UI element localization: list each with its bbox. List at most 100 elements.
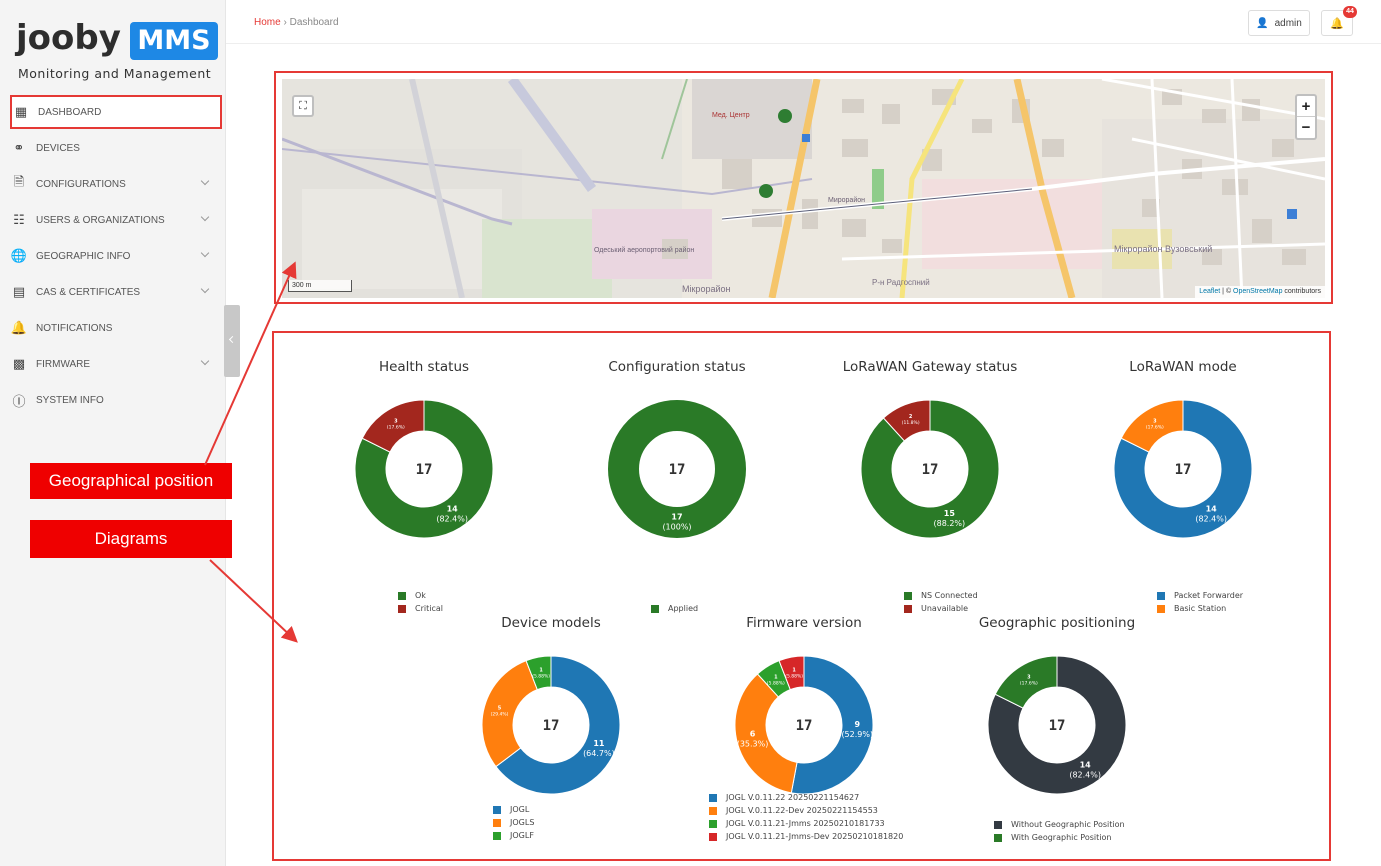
map-label: Мікрорайон Вузовський [1114,244,1213,254]
logo[interactable]: jooby MMS [14,14,220,64]
chart-legend: Without Geographic Position With Geograph… [994,818,1125,844]
legend-item[interactable]: JOGL V.0.11.21-Jmms 20250210181733 [709,817,903,830]
chart-legend: JOGL JOGLS JOGLF [493,803,534,842]
sidebar-item-users-organizations[interactable]: ☷ USERS & ORGANIZATIONS [10,203,222,237]
breadcrumb-home-link[interactable]: Home [254,17,281,28]
user-menu-button[interactable]: 👤 admin [1248,10,1310,36]
org-tree-icon: ☷ [13,212,25,227]
breadcrumb-current: Dashboard [289,17,339,28]
legend-swatch [493,805,501,814]
slice-percent-label: (35.3%) [737,740,769,749]
legend-swatch [493,831,501,840]
legend-item[interactable]: Basic Station [1157,602,1243,615]
sidebar-item-firmware[interactable]: ▩ FIRMWARE [10,347,222,381]
chart-geographic-positioning: Geographic positioning 14 (82.4%) 3 (17.6%) 1… [937,615,1177,866]
slice-value-label: 6 [750,730,756,739]
sidebar-item-label: DASHBOARD [38,106,102,118]
top-header: Home › Dashboard 👤 admin 🔔 44 [226,0,1381,44]
slice-percent-label: (82.4%) [436,514,468,523]
slice-percent-label: (17.6%) [387,425,405,431]
chart-title: Geographic positioning [978,615,1136,631]
donut-chart: 9(52.9%)6(35.3%)1(5.88%)1(5.88%)17 [734,655,874,795]
logo-wordmark: jooby [16,18,121,58]
zoom-in-button[interactable]: + [1297,96,1315,117]
diagrams-panel: Health status 14 (82.4%) 3 (17.6%) 17 Ok Critic… [272,331,1331,861]
sidebar-item-configurations[interactable]: 🗎 CONFIGURATIONS [10,167,222,201]
legend-item[interactable]: JOGL [493,803,534,816]
legend-swatch [1157,591,1165,600]
legend-item[interactable]: JOGL V.0.11.21-Jmms-Dev 20250210181820 [709,830,903,843]
user-name: admin [1274,17,1302,29]
annotation-diagrams: Diagrams [30,520,232,558]
bell-icon: 🔔 [10,320,28,335]
slice-percent-label: (52.9%) [841,730,873,739]
sidebar-item-dashboard[interactable]: ▦ DASHBOARD [10,95,222,129]
annotation-geographical-position: Geographical position [30,463,232,499]
slice-value-label: 14 [1206,504,1218,513]
info-icon: ⓘ [12,393,26,409]
legend-item[interactable]: Critical [398,602,443,615]
legend-swatch [1157,604,1165,613]
legend-label: Basic Station [1174,604,1227,613]
sidebar-collapse-handle[interactable] [224,305,240,377]
legend-label: Critical [415,604,443,613]
legend-item[interactable]: JOGL V.0.11.22 20250221154627 [709,791,903,804]
slice-value-label: 3 [1027,675,1031,681]
legend-label: NS Connected [921,591,978,600]
map[interactable]: Мед. Центр Одеський аеропортовий район М… [282,79,1325,298]
chart-firmware-version: Firmware version 9 (52.9%) 6 (35.3%) 1 (5.88%)… [684,615,924,866]
legend-item[interactable]: NS Connected [904,589,978,602]
map-marker[interactable] [759,184,773,198]
geographic-position-panel: Мед. Центр Одеський аеропортовий район М… [274,71,1333,304]
slice-value-label: 2 [909,414,913,420]
sidebar-item-geographic-info[interactable]: 🌐 GEOGRAPHIC INFO [10,239,222,273]
legend-item[interactable]: Unavailable [904,602,978,615]
legend-item[interactable]: With Geographic Position [994,831,1125,844]
legend-swatch [398,604,406,613]
slice-percent-label: (29.4%) [491,711,509,717]
slice-value-label: 3 [394,419,398,425]
sidebar-item-label: SYSTEM INFO [36,394,104,406]
donut-total-label: 17 [669,462,686,478]
osm-link[interactable]: OpenStreetMap [1233,288,1282,295]
slice-percent-label: (82.4%) [1069,770,1101,779]
legend-item[interactable]: Without Geographic Position [994,818,1125,831]
bell-icon: 🔔 [1330,17,1344,30]
notification-count-badge: 44 [1343,6,1357,18]
chart-legend: Packet Forwarder Basic Station [1157,589,1243,615]
leaflet-link[interactable]: Leaflet [1199,288,1220,295]
zoom-out-button[interactable]: − [1297,117,1315,138]
slice-percent-label: (64.7%) [583,749,615,758]
legend-swatch [709,832,717,841]
donut-chart: 11(64.7%) 5(29.4%) 1(5.88%) 17 [481,655,621,795]
fullscreen-button[interactable]: ⛶ [292,95,314,117]
legend-label: JOGL V.0.11.22-Dev 20250221154553 [726,806,878,815]
donut-slice[interactable] [734,673,798,794]
donut-total-label: 17 [416,462,433,478]
sidebar-item-label: USERS & ORGANIZATIONS [36,214,165,226]
legend-item[interactable]: JOGLS [493,816,534,829]
chart-title: Device models [501,615,601,631]
map-scale-bar: 300 m [288,280,352,292]
donut-chart: 15(88.2%) 2(11.8%) 17 [860,399,1000,539]
chart-legend: JOGL V.0.11.22 20250221154627 JOGL V.0.11… [709,791,903,843]
donut-total-label: 17 [796,718,813,734]
slice-percent-label: (11.8%) [902,420,920,426]
legend-item[interactable]: JOGL V.0.11.22-Dev 20250221154553 [709,804,903,817]
slice-percent-label: (5.88%) [532,673,550,679]
legend-item[interactable]: Applied [651,602,698,615]
legend-label: JOGL V.0.11.21-Jmms 20250210181733 [726,819,885,828]
sidebar-item-system-info[interactable]: ⓘ SYSTEM INFO [10,383,222,417]
chart-legend: NS Connected Unavailable [904,589,978,615]
legend-item[interactable]: Ok [398,589,443,602]
chart-title: LoRaWAN Gateway status [842,359,1018,375]
sidebar-item-cas-certificates[interactable]: ▤ CAS & CERTIFICATES [10,275,222,309]
sidebar-item-notifications[interactable]: 🔔 NOTIFICATIONS [10,311,222,345]
slice-value-label: 14 [1080,760,1092,769]
legend-item[interactable]: JOGLF [493,829,534,842]
sidebar-item-devices[interactable]: ⚭ DEVICES [10,131,222,165]
legend-item[interactable]: Packet Forwarder [1157,589,1243,602]
map-marker[interactable] [778,109,792,123]
slice-value-label: 14 [447,504,459,513]
chart-title: Health status [378,359,470,375]
